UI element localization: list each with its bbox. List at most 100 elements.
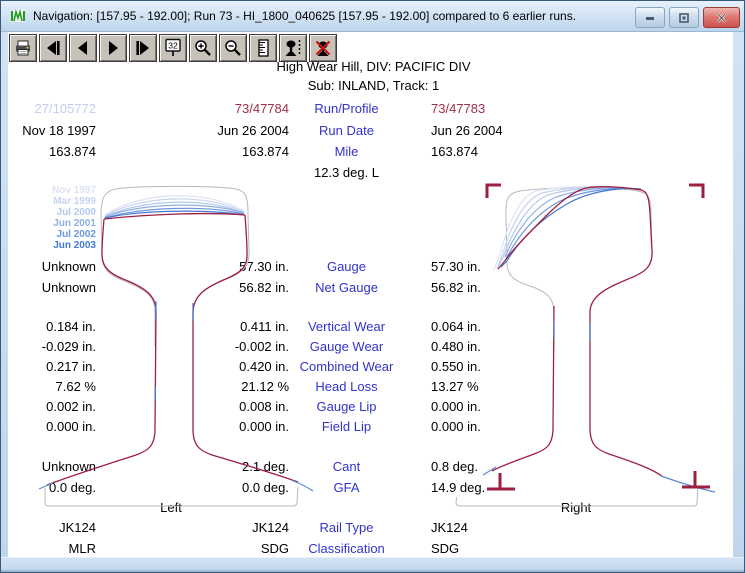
field-lip-label: Field Lip	[269, 419, 424, 434]
middle-run-date: Jun 26 2004	[141, 123, 289, 138]
left-value: 0.217 in.	[3, 359, 96, 374]
middle-value: 0.000 in.	[141, 419, 289, 434]
rail-measure-icon	[284, 39, 302, 57]
middle-value: 57.30 in.	[141, 259, 289, 274]
gauge-lip-label: Gauge Lip	[269, 399, 424, 414]
close-icon	[716, 13, 727, 23]
combined-wear-row: 0.217 in. 0.420 in. Combined Wear 0.550 …	[1, 359, 745, 377]
left-value: Unknown	[3, 259, 96, 274]
middle-value: 21.12 %	[141, 379, 289, 394]
navigation-window: Navigation: [157.95 - 192.00]; Run 73 - …	[0, 0, 745, 573]
oldest-run-date: Nov 18 1997	[3, 123, 96, 138]
cant-row: Unknown 2.1 deg. Cant 0.8 deg.	[1, 459, 745, 477]
oldest-run-id: 27/105772	[3, 101, 96, 116]
head-loss-label: Head Loss	[269, 379, 424, 394]
previous-button[interactable]	[69, 34, 97, 62]
right-value: 14.9 deg.	[431, 480, 601, 495]
right-rail-label: Right	[476, 500, 676, 518]
head-loss-row: 7.62 % 21.12 % Head Loss 13.27 %	[1, 379, 745, 397]
right-value: 56.82 in.	[431, 280, 601, 295]
gfa-label: GFA	[269, 480, 424, 495]
arrow-left-bar-icon	[44, 39, 62, 57]
zoom-out-button[interactable]	[219, 34, 247, 62]
app-icon	[10, 8, 26, 24]
left-value: 0.000 in.	[3, 419, 96, 434]
step-first-button[interactable]	[39, 34, 67, 62]
toolbar: 32	[9, 34, 339, 61]
right-value: 0.000 in.	[431, 399, 601, 414]
right-value: 0.480 in.	[431, 339, 601, 354]
curvature-row: 12.3 deg. L	[1, 165, 745, 183]
left-value: 0.002 in.	[3, 399, 96, 414]
restore-icon	[678, 13, 690, 23]
left-value: 7.62 %	[3, 379, 96, 394]
gauge-lip-row: 0.002 in. 0.008 in. Gauge Lip 0.000 in.	[1, 399, 745, 417]
gauge-wear-row: -0.029 in. -0.002 in. Gauge Wear 0.480 i…	[1, 339, 745, 357]
rail-type-label: Rail Type	[269, 520, 424, 535]
corner-marker-top-right	[689, 185, 703, 198]
print-button[interactable]	[9, 34, 37, 62]
cant-label: Cant	[269, 459, 424, 474]
legend-item: Jul 2002	[1, 229, 96, 240]
middle-value: -0.002 in.	[141, 339, 289, 354]
arrow-left-icon	[74, 39, 92, 57]
right-value: 13.27 %	[431, 379, 601, 394]
right-value: JK124	[431, 520, 601, 535]
left-value: Unknown	[3, 280, 96, 295]
gauge-wear-label: Gauge Wear	[269, 339, 424, 354]
corner-marker-top-left	[487, 185, 501, 198]
legend-item: Mar 1999	[1, 196, 96, 207]
net-gauge-row: Unknown 56.82 in. Net Gauge 56.82 in.	[1, 280, 745, 298]
zoom-in-icon	[194, 39, 212, 57]
classification-label: Classification	[269, 541, 424, 556]
title-bar[interactable]: Navigation: [157.95 - 192.00]; Run 73 - …	[1, 1, 744, 32]
field-lip-row: 0.000 in. 0.000 in. Field Lip 0.000 in.	[1, 419, 745, 437]
run-legend: Nov 1997 Mar 1999 Jul 2000 Jun 2001 Jul …	[1, 185, 96, 251]
minimize-button[interactable]	[635, 7, 665, 28]
right-value: 57.30 in.	[431, 259, 601, 274]
gfa-row: 0.0 deg. 0.0 deg. GFA 14.9 deg.	[1, 480, 745, 498]
left-rail-label: Left	[71, 500, 271, 518]
rail-measure-button[interactable]	[279, 34, 307, 62]
legend-item: Nov 1997	[1, 185, 96, 196]
middle-value: 0.411 in.	[141, 319, 289, 334]
rail-delete-icon	[314, 39, 332, 57]
window-border-bottom	[1, 557, 744, 572]
left-value: MLR	[3, 541, 96, 556]
right-value: 0.550 in.	[431, 359, 601, 374]
right-run-date: Jun 26 2004	[431, 123, 601, 138]
restore-button[interactable]	[669, 7, 699, 28]
mile-label: Mile	[269, 144, 424, 159]
middle-value: 2.1 deg.	[141, 459, 289, 474]
legend-item: Jun 2003	[1, 240, 96, 251]
zoom-in-button[interactable]	[189, 34, 217, 62]
vertical-wear-label: Vertical Wear	[269, 319, 424, 334]
ruler-button[interactable]	[249, 34, 277, 62]
vertical-wear-row: 0.184 in. 0.411 in. Vertical Wear 0.064 …	[1, 319, 745, 337]
left-value: JK124	[3, 520, 96, 535]
run-profile-row: 27/105772 73/47784 Run/Profile 73/47783	[1, 101, 745, 119]
legend-item: Jul 2000	[1, 207, 96, 218]
right-value: 0.064 in.	[431, 319, 601, 334]
left-value: 0.0 deg.	[3, 480, 96, 495]
window-title: Navigation: [157.95 - 192.00]; Run 73 - …	[33, 9, 576, 23]
middle-value: 0.008 in.	[141, 399, 289, 414]
close-button[interactable]	[703, 7, 740, 28]
middle-value: SDG	[141, 541, 289, 556]
legend-item: Jun 2001	[1, 218, 96, 229]
middle-mile: 163.874	[141, 144, 289, 159]
rail-delete-button[interactable]	[309, 34, 337, 62]
left-value: Unknown	[3, 459, 96, 474]
milepost-sign-icon: 32	[163, 38, 183, 58]
right-run-id: 73/47783	[431, 101, 601, 116]
minimize-icon	[644, 13, 656, 22]
milepost-button[interactable]: 32	[159, 34, 187, 62]
middle-run-id: 73/47784	[141, 101, 289, 116]
gauge-row: Unknown 57.30 in. Gauge 57.30 in.	[1, 259, 745, 277]
arrow-right-icon	[104, 39, 122, 57]
next-button[interactable]	[99, 34, 127, 62]
middle-value: JK124	[141, 520, 289, 535]
oldest-mile: 163.874	[3, 144, 96, 159]
step-last-button[interactable]	[129, 34, 157, 62]
run-date-row: Nov 18 1997 Jun 26 2004 Run Date Jun 26 …	[1, 123, 745, 141]
